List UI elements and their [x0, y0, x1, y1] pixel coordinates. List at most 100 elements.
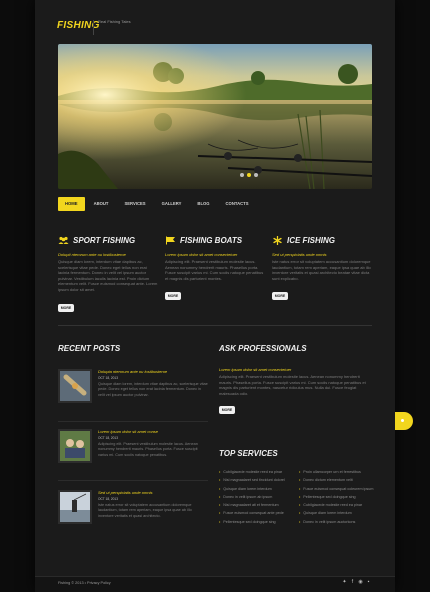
- bullet-icon: •: [299, 478, 301, 483]
- feature-title-text: ICE FISHING: [287, 236, 336, 245]
- service-item[interactable]: • Quisque diam lorem interdum: [219, 485, 295, 493]
- more-button[interactable]: more: [165, 292, 181, 301]
- bullet-icon: •: [219, 519, 221, 524]
- site-tagline: Real Fishing Tales: [98, 19, 131, 24]
- ask-body: Adipiscing elit. Praesent vestibulum mol…: [219, 374, 366, 396]
- post-title[interactable]: Sed ut perspiciatis unde omnis: [98, 490, 208, 495]
- service-item[interactable]: • Donec in velit ipsum auctorkons: [299, 518, 375, 526]
- slider-dot-2[interactable]: [247, 173, 251, 177]
- hero-landscape-image: [58, 44, 372, 189]
- nav-blog[interactable]: BLOG: [190, 197, 216, 211]
- service-label: Donec in velit ipsum auctorkons: [303, 519, 356, 524]
- more-button[interactable]: more: [58, 303, 74, 312]
- service-item[interactable]: • Nisl magnaalaret ati et fermentum: [219, 501, 295, 509]
- service-label: Cubilgiacede molestie reed ea pinar: [223, 470, 283, 474]
- nav-home[interactable]: HOME: [58, 197, 85, 211]
- service-label: Pellentesque sed doingque sing: [223, 519, 276, 524]
- post-image: [60, 431, 90, 461]
- service-label: Proin ullamcorper urn et ferrestibus: [303, 470, 361, 474]
- post-date: OCT 18, 2013: [98, 436, 118, 440]
- side-panel-toggle[interactable]: [395, 412, 413, 430]
- post-item: Sed ut perspiciatis unde omnis OCT 18, 2…: [58, 490, 208, 542]
- post-image: [60, 492, 90, 522]
- post-thumbnail[interactable]: [58, 369, 92, 403]
- main-nav: HOME ABOUT SERVICES GALLERY BLOG CONTACT…: [58, 197, 372, 211]
- service-item[interactable]: • Pellentesque sed doingque sing: [299, 493, 375, 501]
- hero-slider[interactable]: [58, 44, 372, 189]
- post-divider: [58, 480, 208, 481]
- post-image: [60, 371, 90, 401]
- service-item[interactable]: • Pellentesque sed doingque sing: [219, 518, 295, 526]
- site-footer: Fishing © 2013 • Privacy Policy ✦ f ◉ ▪: [35, 576, 395, 592]
- service-item[interactable]: • Donec in velit ipsum ab ipsum: [219, 493, 295, 501]
- twitter-icon[interactable]: ✦: [342, 580, 347, 585]
- service-label: Quisque diam lorem interdum: [303, 511, 352, 516]
- service-label: Donec in velit ipsum ab ipsum: [223, 494, 273, 499]
- post-item: Dolupta nterorum ante ou lostibusteroe O…: [58, 369, 208, 421]
- post-content: Lorem ipsum dolor sit amet conse OCT 18,…: [98, 429, 208, 458]
- post-excerpt: Iste natus error sit voluptatem accusant…: [98, 503, 192, 518]
- post-excerpt: Quisque diam lorem, interdum vitae dapib…: [98, 382, 208, 397]
- service-label: Donec dictum elementum velit: [303, 478, 353, 483]
- post-title[interactable]: Lorem ipsum dolor sit amet conse: [98, 429, 208, 434]
- group-icon: [58, 236, 69, 244]
- feature-title-text: FISHING BOATS: [180, 236, 243, 245]
- post-thumbnail[interactable]: [58, 490, 92, 524]
- slider-dots: [240, 173, 258, 177]
- nav-gallery[interactable]: GALLERY: [155, 197, 189, 211]
- service-label: Nisl magnaalaret sed tincidunt dolorel: [223, 478, 285, 483]
- service-item[interactable]: • Donec dictum elementum velit: [299, 476, 375, 484]
- bullet-icon: •: [219, 478, 221, 483]
- service-item[interactable]: • Cubilgiacede molestie reed ea pinar: [219, 468, 295, 476]
- post-excerpt: Adipiscing elit. Praesent vestibulum mol…: [98, 442, 198, 457]
- ask-professionals-title: ASK PROFESSIONALS: [219, 344, 307, 353]
- bullet-icon: •: [299, 511, 301, 516]
- facebook-icon[interactable]: f: [350, 580, 355, 585]
- ask-professionals: Lorem ipsum dolor sit amet consectetuer …: [219, 367, 369, 416]
- rss-icon[interactable]: ◉: [358, 580, 363, 585]
- share-icon[interactable]: ▪: [366, 580, 371, 585]
- feature-lead[interactable]: Dolupti nterorum ante ou lostibusteroe: [58, 252, 158, 257]
- bullet-icon: •: [299, 486, 301, 491]
- service-item[interactable]: • Nisl magnaalaret sed tincidunt dolorel: [219, 476, 295, 484]
- service-item[interactable]: • Fusce euismod consequat coleurem ipsum: [299, 485, 375, 493]
- post-content: Sed ut perspiciatis unde omnis OCT 18, 2…: [98, 490, 208, 519]
- feature-sport-fishing: SPORT FISHING Dolupti nterorum ante ou l…: [58, 236, 158, 314]
- recent-posts-title: RECENT POSTS: [58, 344, 121, 353]
- service-item[interactable]: • Quisque diam lorem interdum: [299, 509, 375, 517]
- service-item[interactable]: • Cubilgiacede molestie reed ea pinar: [299, 501, 375, 509]
- more-button[interactable]: more: [219, 406, 235, 415]
- feature-body: Quisque diam lorem, interdum vitae dapib…: [58, 259, 158, 292]
- feature-title: ICE FISHING: [272, 236, 372, 245]
- bullet-icon: •: [299, 470, 301, 474]
- feature-title: FISHING BOATS: [165, 236, 265, 245]
- post-thumbnail[interactable]: [58, 429, 92, 463]
- feature-lead[interactable]: Sed ut perspiciatis unde omnis: [272, 252, 372, 257]
- bullet-icon: •: [299, 494, 301, 499]
- slider-dot-1[interactable]: [240, 173, 244, 177]
- social-links: ✦ f ◉ ▪: [342, 580, 371, 585]
- service-label: Cubilgiacede molestie reed ea pinar: [303, 503, 363, 508]
- post-date: OCT 18, 2013: [98, 376, 118, 380]
- feature-title-text: SPORT FISHING: [73, 236, 136, 245]
- flag-icon: [166, 236, 175, 245]
- nav-about[interactable]: ABOUT: [87, 197, 116, 211]
- nav-services[interactable]: SERVICES: [117, 197, 152, 211]
- bullet-icon: •: [219, 503, 221, 508]
- top-services-title: TOP SERVICES: [219, 449, 278, 458]
- service-label: Pellentesque sed doingque sing: [303, 494, 356, 499]
- more-button[interactable]: more: [272, 292, 288, 301]
- slider-dot-3[interactable]: [254, 173, 258, 177]
- post-title[interactable]: Dolupta nterorum ante ou lostibusteroe: [98, 369, 208, 374]
- service-item[interactable]: • Proin ullamcorper urn et ferrestibus: [299, 468, 375, 476]
- feature-body: Adipiscing elit. Praesent vestibulum mol…: [165, 259, 264, 281]
- service-label: Quisque diam lorem interdum: [223, 486, 272, 491]
- nav-contacts[interactable]: CONTACTS: [219, 197, 256, 211]
- bullet-icon: •: [299, 503, 301, 508]
- footer-copyright[interactable]: Fishing © 2013 • Privacy Policy: [58, 581, 111, 585]
- bullet-icon: •: [219, 511, 221, 516]
- ask-lead[interactable]: Lorem ipsum dolor sit amet consectetuer: [219, 367, 369, 372]
- page-container: FISHING Real Fishing Tales HOME ABOUT SE…: [35, 0, 395, 592]
- service-item[interactable]: • Fusce euismod consequat ante pede: [219, 509, 295, 517]
- feature-lead[interactable]: Lorem ipsum dolor sit amet consectetuer: [165, 252, 265, 257]
